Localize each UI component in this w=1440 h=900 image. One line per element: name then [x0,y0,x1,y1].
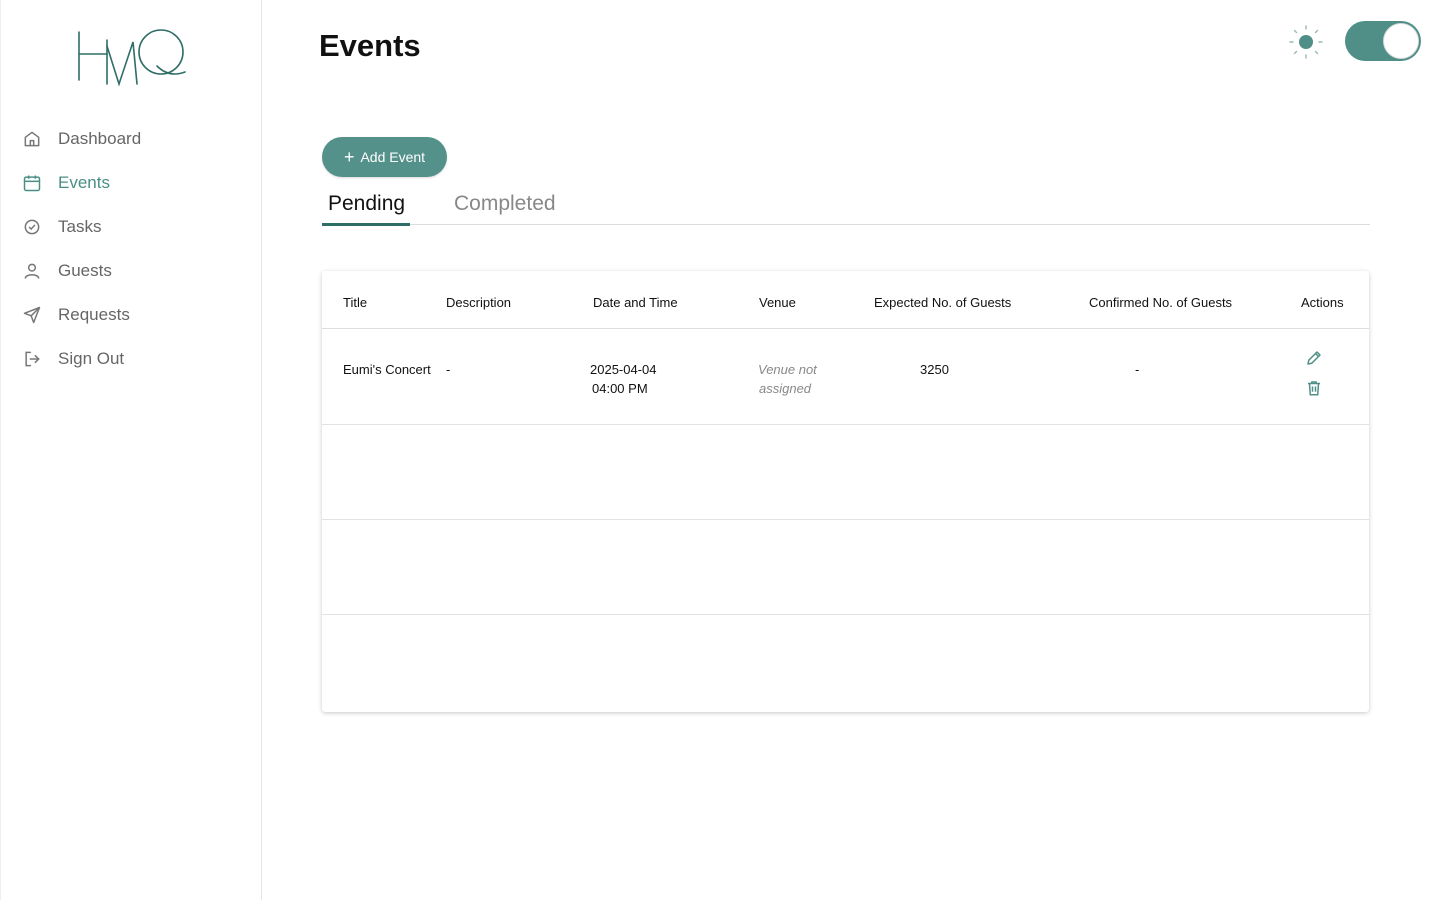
column-header-expected-guests: Expected No. of Guests [874,295,1012,310]
column-header-description: Description [446,295,512,310]
brand-logo[interactable] [73,26,189,90]
table-row-empty [322,520,1369,615]
cell-title: Eumi's Concert [343,362,431,377]
tab-completed[interactable]: Completed [454,192,556,216]
tab-active-indicator [322,223,410,226]
sidebar-item-tasks[interactable]: Tasks [1,205,262,249]
table-row-empty [322,425,1369,520]
sidebar-item-label: Events [58,173,110,192]
sun-icon [1289,25,1323,59]
cell-venue-line2: assigned [759,381,812,396]
theme-toggle[interactable] [1345,21,1421,61]
column-header-confirmed-guests: Confirmed No. of Guests [1089,295,1233,310]
cell-confirmed-guests: - [1135,362,1140,377]
add-event-button[interactable]: + Add Event [322,137,447,177]
sidebar-item-sign-out[interactable]: Sign Out [1,337,262,381]
sidebar-item-requests[interactable]: Requests [1,293,262,337]
sidebar-item-label: Guests [58,261,112,280]
cell-date: 2025-04-04 [590,362,657,377]
cell-venue-line1: Venue not [758,362,817,377]
events-table: Title Description Date and Time Venue Ex… [322,271,1369,712]
column-header-venue: Venue [759,295,796,310]
sign-out-icon [22,349,42,369]
sidebar-item-label: Sign Out [58,349,125,368]
tab-pending[interactable]: Pending [328,192,405,216]
send-icon [22,305,42,325]
delete-trash-icon[interactable] [1305,379,1323,397]
add-event-label: Add Event [360,149,426,165]
theme-toggle-knob [1383,23,1419,59]
column-header-actions: Actions [1301,295,1344,310]
sidebar-item-dashboard[interactable]: Dashboard [1,117,262,161]
page-title: Events [319,28,421,63]
edit-pencil-icon[interactable] [1305,349,1323,367]
event-tabs: Pending Completed [322,186,1370,226]
plus-icon: + [343,147,355,167]
sidebar-item-label: Tasks [58,217,102,236]
table-row-empty [322,615,1369,710]
cell-time: 04:00 PM [592,381,648,396]
cell-expected-guests: 3250 [920,362,949,377]
cell-description: - [446,362,451,377]
sidebar-item-events[interactable]: Events [1,161,262,205]
table-header: Title Description Date and Time Venue Ex… [322,271,1369,329]
sidebar-item-label: Dashboard [58,129,142,148]
sidebar: Dashboard Events Tasks Guests Requests S… [0,0,262,900]
column-header-date-time: Date and Time [593,295,678,310]
column-header-title: Title [343,295,368,310]
home-icon [22,129,42,149]
table-row: Eumi's Concert - 2025-04-04 04:00 PM Ven… [322,330,1369,425]
sidebar-item-guests[interactable]: Guests [1,249,262,293]
sidebar-item-label: Requests [58,305,130,324]
calendar-icon [22,173,42,193]
check-circle-icon [22,217,42,237]
sidebar-nav: Dashboard Events Tasks Guests Requests S… [1,117,262,381]
user-icon [22,261,42,281]
